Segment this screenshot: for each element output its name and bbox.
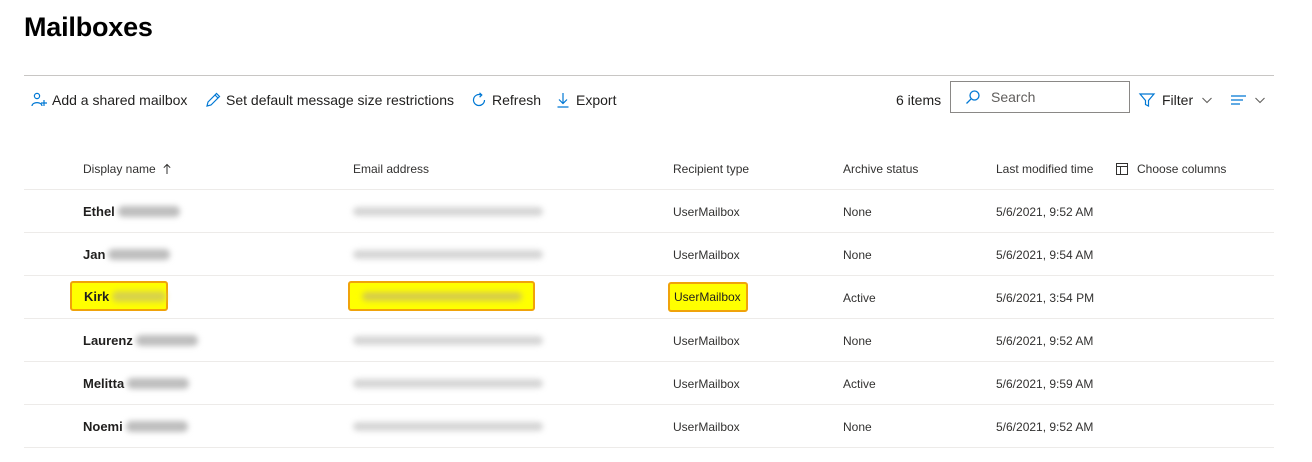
column-header-recipient-type[interactable]: Recipient type [673, 147, 749, 190]
filter-icon [1138, 93, 1156, 107]
choose-columns-button[interactable]: Choose columns [1115, 147, 1226, 190]
table-row[interactable]: Jan UserMailbox None 5/6/2021, 9:54 AM [24, 233, 1274, 276]
display-name-cell[interactable]: Jan [83, 233, 171, 276]
last-modified-cell: 5/6/2021, 9:52 AM [996, 204, 1094, 219]
archive-status-cell: Active [843, 290, 876, 305]
redacted-email [353, 379, 543, 388]
recipient-type-cell: UserMailbox [673, 419, 740, 434]
redacted-last-name [125, 421, 188, 432]
archive-status-cell: Active [843, 376, 876, 391]
archive-status-cell: None [843, 419, 872, 434]
export-button[interactable]: Export [554, 86, 616, 114]
page-title: Mailboxes [24, 12, 153, 42]
column-header-last-modified[interactable]: Last modified time [996, 147, 1093, 190]
recipient-type-cell: UserMailbox [673, 376, 740, 391]
last-modified-cell: 5/6/2021, 9:59 AM [996, 376, 1094, 391]
display-name-cell[interactable]: Laurenz [83, 319, 198, 362]
columns-icon [1116, 162, 1128, 175]
last-modified-cell: 5/6/2021, 9:52 AM [996, 419, 1094, 434]
table-row[interactable]: Melitta UserMailbox Active 5/6/2021, 9:5… [24, 362, 1274, 405]
mailbox-table: Display name Email address Recipient typ… [24, 147, 1274, 448]
set-default-size-restrictions-label: Set default message size restrictions [226, 92, 454, 108]
redacted-last-name [117, 206, 180, 217]
table-row[interactable]: Noemi UserMailbox None 5/6/2021, 9:52 AM [24, 405, 1274, 448]
redacted-last-name [112, 290, 166, 302]
export-label: Export [576, 92, 617, 108]
redacted-email [353, 422, 543, 431]
email-highlight [348, 281, 535, 311]
display-name-cell[interactable]: Ethel [83, 190, 180, 233]
email-cell [353, 362, 543, 405]
redacted-last-name [127, 378, 190, 389]
refresh-icon [472, 92, 486, 107]
redacted-email [353, 207, 543, 216]
archive-status-cell: None [843, 247, 872, 262]
chevron-down-icon [1202, 97, 1213, 104]
last-modified-cell: 5/6/2021, 9:54 AM [996, 247, 1094, 262]
archive-status-cell: None [843, 204, 872, 219]
redacted-email [361, 291, 522, 301]
recipient-type-highlight: UserMailbox [668, 282, 748, 312]
column-header-display-name[interactable]: Display name [83, 147, 172, 190]
table-header-row: Display name Email address Recipient typ… [24, 147, 1274, 190]
search-icon [966, 90, 980, 104]
set-default-size-restrictions-button[interactable]: Set default message size restrictions [204, 86, 454, 114]
filter-button[interactable]: Filter [1138, 86, 1213, 114]
refresh-label: Refresh [492, 92, 542, 108]
redacted-last-name [108, 249, 171, 260]
add-shared-mailbox-button[interactable]: Add a shared mailbox [30, 86, 187, 114]
recipient-type-cell: UserMailbox [673, 333, 740, 348]
table-row[interactable]: Laurenz UserMailbox None 5/6/2021, 9:52 … [24, 319, 1274, 362]
last-modified-cell: 5/6/2021, 3:54 PM [996, 290, 1095, 305]
redacted-email [353, 336, 543, 345]
refresh-button[interactable]: Refresh [470, 86, 541, 114]
recipient-type-cell: UserMailbox [673, 204, 740, 219]
chevron-down-icon [1255, 97, 1265, 104]
title-divider [24, 75, 1274, 76]
column-header-archive-status[interactable]: Archive status [843, 147, 918, 190]
command-bar: Add a shared mailbox Set default message… [24, 81, 1274, 114]
table-row[interactable]: Ethel UserMailbox None 5/6/2021, 9:52 AM [24, 190, 1274, 233]
table-row-highlighted[interactable]: Kirk UserMailbox Active 5/6/2021, 3:54 P… [24, 276, 1274, 319]
sort-up-arrow-icon [163, 163, 171, 174]
display-name-cell[interactable]: Noemi [83, 405, 188, 448]
last-modified-cell: 5/6/2021, 9:52 AM [996, 333, 1094, 348]
filter-label: Filter [1162, 92, 1194, 108]
recipient-type-cell: UserMailbox [673, 247, 740, 262]
redacted-email [353, 250, 543, 259]
column-header-email[interactable]: Email address [353, 147, 429, 190]
archive-status-cell: None [843, 333, 872, 348]
pencil-icon [206, 92, 221, 107]
view-options-button[interactable] [1230, 86, 1266, 114]
download-icon [557, 93, 569, 108]
redacted-last-name [135, 335, 198, 346]
list-view-icon [1231, 95, 1246, 105]
email-cell [353, 319, 543, 362]
search-input[interactable] [989, 88, 1109, 106]
display-name-highlight[interactable]: Kirk [70, 281, 168, 311]
email-cell [353, 233, 543, 276]
search-box[interactable] [950, 81, 1130, 113]
email-cell [353, 190, 543, 233]
add-people-icon [31, 92, 47, 107]
items-count: 6 items [896, 92, 942, 108]
add-shared-mailbox-label: Add a shared mailbox [52, 92, 188, 108]
display-name-cell[interactable]: Melitta [83, 362, 190, 405]
email-cell [353, 405, 543, 448]
